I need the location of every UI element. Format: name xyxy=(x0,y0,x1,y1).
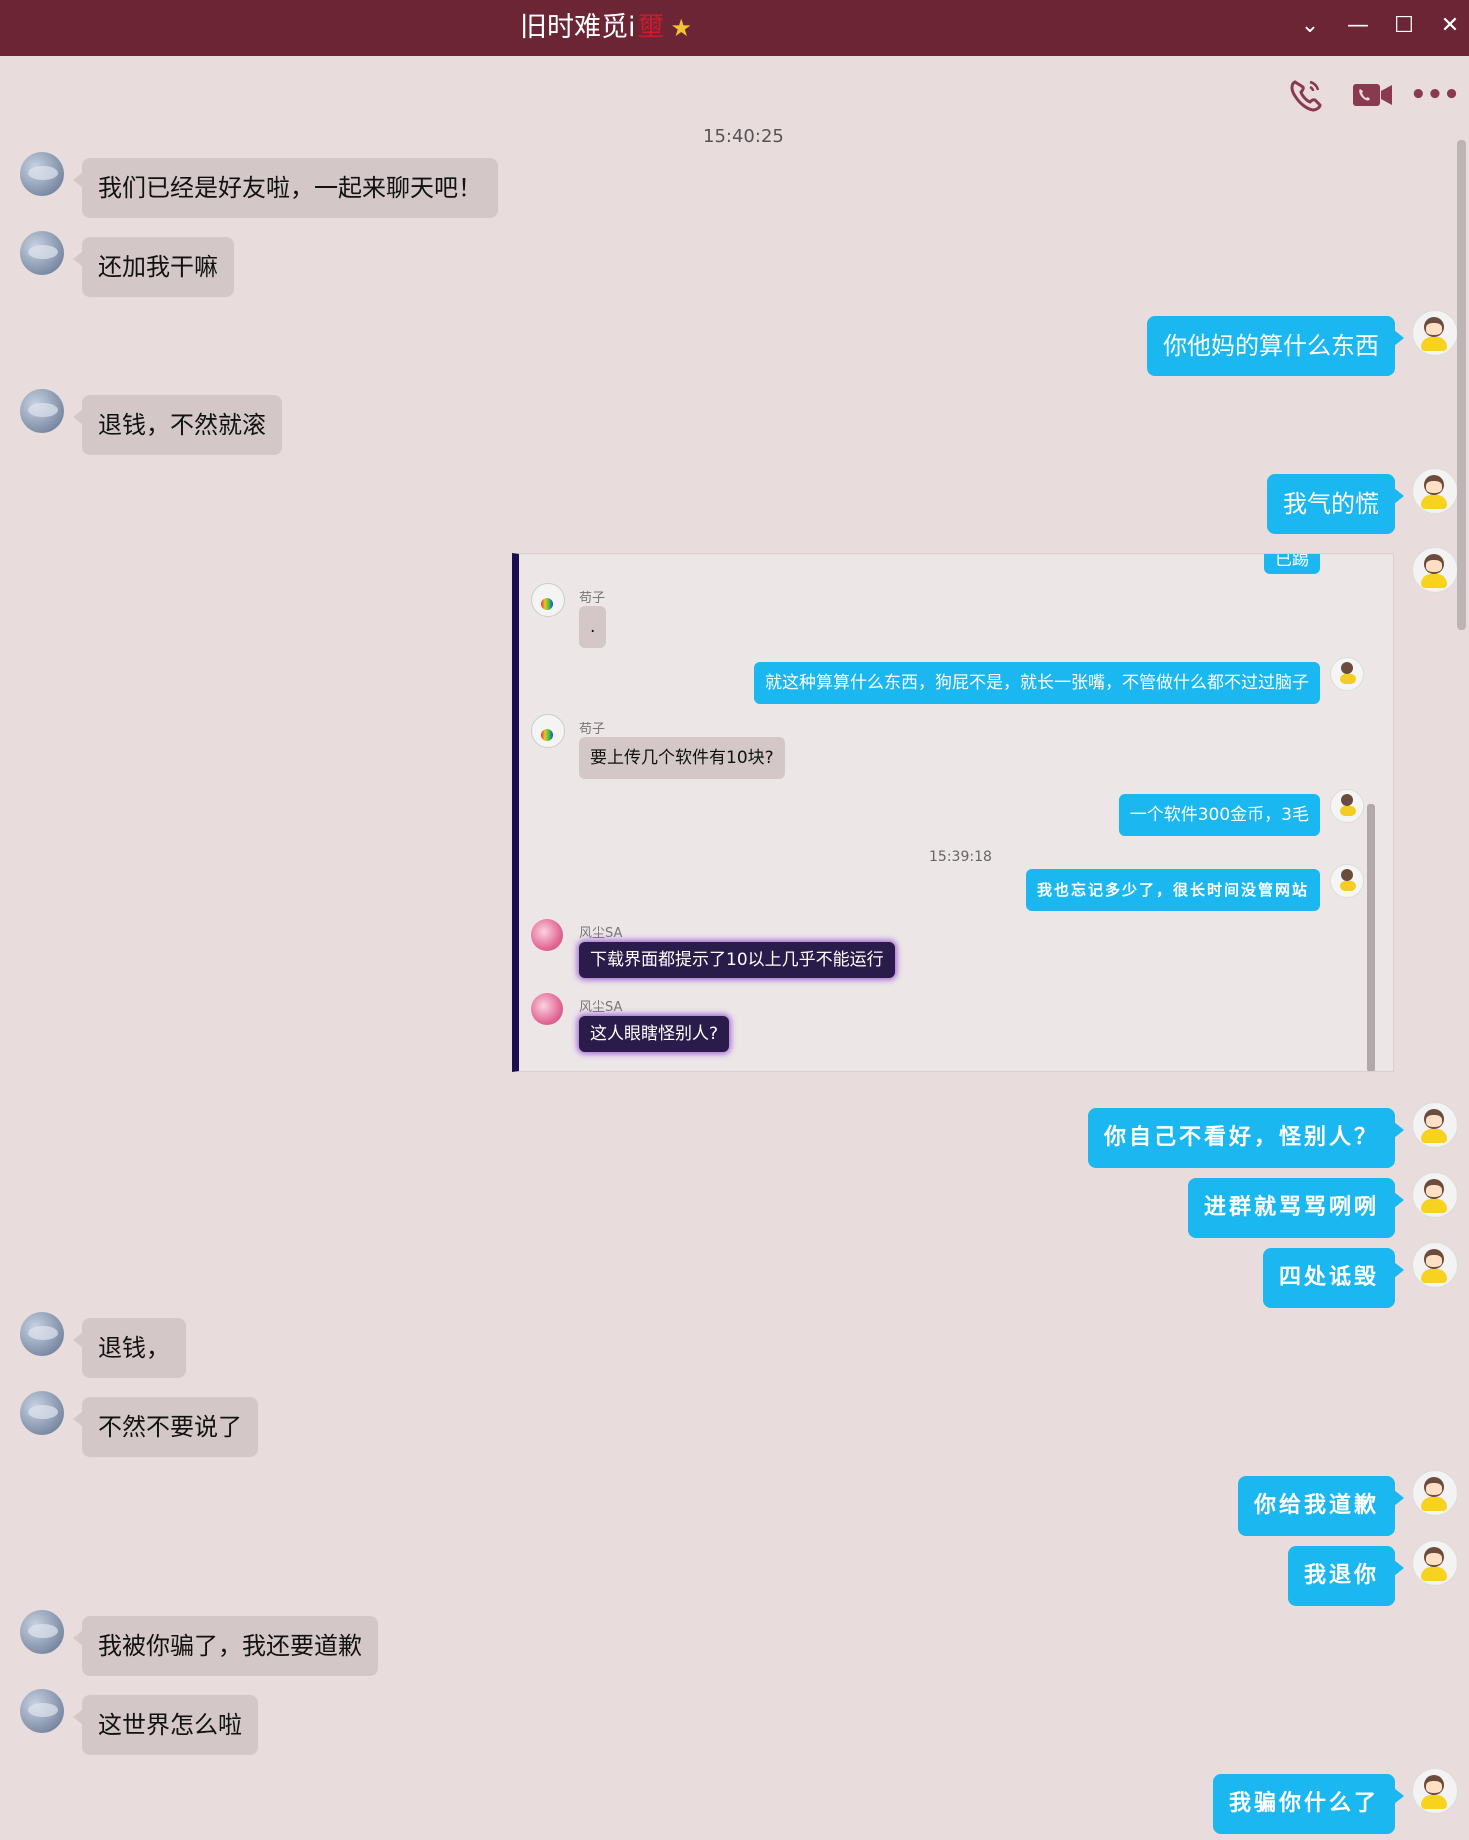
minimize-button[interactable]: — xyxy=(1338,8,1378,44)
phone-icon[interactable] xyxy=(1283,74,1331,116)
message-bubble[interactable]: 还加我干嘛 xyxy=(73,237,234,297)
chat-bubble: 下载界面都提示了10以上几乎不能运行 xyxy=(579,942,895,978)
sender-avatar xyxy=(1330,864,1364,898)
contact-avatar[interactable] xyxy=(20,1391,64,1435)
contact-name: 旧时难觅i xyxy=(520,12,636,43)
sender-avatar xyxy=(1330,789,1364,823)
chat-bubble: 一个软件300金币，3毛 xyxy=(1118,794,1320,836)
sender-avatar xyxy=(531,919,563,951)
user-avatar[interactable] xyxy=(1412,468,1458,514)
chat-bubble: 要上传几个软件有10块? xyxy=(579,737,785,779)
message-bubble[interactable]: 退钱，不然就滚 xyxy=(73,395,282,455)
window-title: 旧时难觅i壐 ★ xyxy=(520,10,692,46)
user-avatar[interactable] xyxy=(1412,1242,1458,1288)
more-icon[interactable]: ••• xyxy=(1410,74,1460,116)
message-bubble[interactable]: 我被你骗了，我还要道歉 xyxy=(73,1616,378,1676)
chat-bubble: . xyxy=(579,606,607,648)
message-bubble[interactable]: 我们已经是好友啦，一起来聊天吧！ xyxy=(73,158,498,218)
contact-avatar[interactable] xyxy=(20,389,64,433)
maximize-button[interactable]: ☐ xyxy=(1384,8,1424,44)
contact-avatar[interactable] xyxy=(20,152,64,196)
user-avatar[interactable] xyxy=(1412,310,1458,356)
image-message[interactable]: 已踢 苟子 . 就这种算算什么东西，狗屁不是，就长一张嘴，不管做什么都不过过脑子… xyxy=(512,553,1394,1072)
chat-scrollbar[interactable] xyxy=(1457,140,1466,630)
sender-name: 苟子 xyxy=(579,722,606,737)
user-avatar[interactable] xyxy=(1412,1172,1458,1218)
collapse-button[interactable]: ⌄ xyxy=(1290,8,1330,44)
contact-avatar[interactable] xyxy=(20,231,64,275)
video-icon[interactable] xyxy=(1348,74,1396,116)
user-avatar[interactable] xyxy=(1412,1470,1458,1516)
chat-bubble: 就这种算算什么东西，狗屁不是，就长一张嘴，不管做什么都不过过脑子 xyxy=(754,662,1320,704)
sender-avatar xyxy=(531,714,565,748)
inner-scrollbar xyxy=(1367,804,1375,1071)
message-bubble[interactable]: 我骗你什么了 xyxy=(1212,1774,1405,1834)
chat-time: 15:39:18 xyxy=(929,849,992,865)
user-avatar[interactable] xyxy=(1412,1540,1458,1586)
chat-bubble: 我也忘记多少了，很长时间没管网站 xyxy=(1025,869,1320,911)
sender-name: 风尘SA xyxy=(579,1000,623,1015)
message-bubble[interactable]: 四处诋毁 xyxy=(1262,1248,1405,1308)
partial-bubble: 已踢 xyxy=(1264,554,1320,574)
message-bubble[interactable]: 我气的慌 xyxy=(1267,474,1404,534)
title-bar: 旧时难觅i壐 ★ ⌄ — ☐ ✕ xyxy=(0,0,1469,56)
user-avatar[interactable] xyxy=(1412,1102,1458,1148)
close-button[interactable]: ✕ xyxy=(1430,8,1469,44)
title-decoration: 壐 xyxy=(637,12,665,43)
user-avatar[interactable] xyxy=(1412,547,1458,593)
message-bubble[interactable]: 你给我道歉 xyxy=(1237,1476,1405,1536)
timestamp: 15:40:25 xyxy=(703,126,784,147)
message-bubble[interactable]: 退钱， xyxy=(73,1318,186,1378)
message-bubble[interactable]: 进群就骂骂咧咧 xyxy=(1187,1178,1405,1238)
contact-avatar[interactable] xyxy=(20,1689,64,1733)
message-bubble[interactable]: 我退你 xyxy=(1287,1546,1405,1606)
sender-avatar xyxy=(531,993,563,1025)
message-bubble[interactable]: 你他妈的算什么东西 xyxy=(1147,316,1404,376)
sender-avatar xyxy=(1330,657,1364,691)
star-icon: ★ xyxy=(670,14,693,42)
sender-name: 风尘SA xyxy=(579,926,623,941)
chat-bubble: 这人眼瞎怪别人? xyxy=(579,1016,730,1052)
contact-avatar[interactable] xyxy=(20,1312,64,1356)
sender-avatar xyxy=(531,583,565,617)
user-avatar[interactable] xyxy=(1412,1768,1458,1814)
message-bubble[interactable]: 不然不要说了 xyxy=(73,1397,258,1457)
message-bubble[interactable]: 这世界怎么啦 xyxy=(73,1695,258,1755)
sender-name: 苟子 xyxy=(579,591,606,606)
message-bubble[interactable]: 你自己不看好，怪别人？ xyxy=(1087,1108,1405,1168)
contact-avatar[interactable] xyxy=(20,1610,64,1654)
